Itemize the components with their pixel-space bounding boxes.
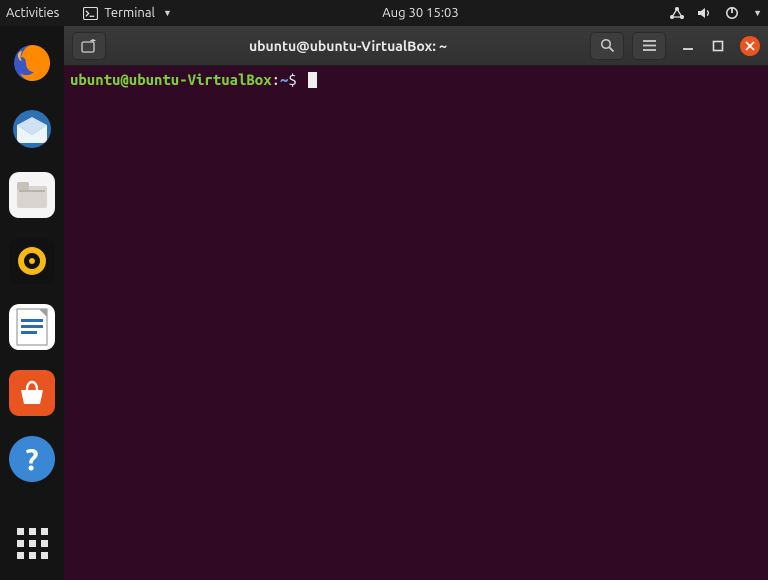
dock-item-ubuntu-software[interactable]	[9, 370, 55, 416]
hamburger-icon	[642, 39, 657, 52]
search-button[interactable]	[590, 32, 624, 60]
chevron-down-icon: ▼	[753, 8, 762, 18]
dock-item-help[interactable]: ?	[9, 436, 55, 482]
dock-item-files[interactable]	[9, 172, 55, 218]
rhythmbox-icon	[14, 243, 50, 279]
window-title: ubuntu@ubuntu-VirtualBox: ~	[114, 38, 582, 54]
network-icon	[669, 6, 685, 20]
minimize-icon	[682, 40, 694, 52]
dock-item-thunderbird[interactable]	[9, 106, 55, 152]
terminal-viewport[interactable]: ubuntu@ubuntu-VirtualBox:~$	[64, 66, 768, 580]
ubuntu-software-icon	[15, 376, 49, 410]
thunderbird-icon	[10, 107, 54, 151]
search-icon	[600, 38, 615, 53]
app-menu-label: Terminal	[104, 6, 155, 20]
cursor	[308, 72, 317, 88]
prompt-user-host: ubuntu@ubuntu-VirtualBox	[70, 71, 272, 88]
grid-icon	[17, 528, 48, 559]
window-titlebar[interactable]: ubuntu@ubuntu-VirtualBox: ~	[64, 26, 768, 66]
gnome-top-panel: Activities Terminal ▼ Aug 30 15:03 ▼	[0, 0, 768, 26]
dock-item-firefox[interactable]	[9, 40, 55, 86]
new-tab-icon	[81, 39, 97, 53]
desktop: ? ubuntu@ubuntu-VirtualBox: ~	[0, 26, 768, 580]
app-menu[interactable]: Terminal ▼	[83, 6, 172, 20]
dock-item-rhythmbox[interactable]	[9, 238, 55, 284]
hamburger-menu-button[interactable]	[632, 32, 666, 60]
volume-icon	[697, 6, 713, 20]
close-icon	[745, 41, 755, 51]
activities-button[interactable]: Activities	[6, 6, 59, 20]
prompt-separator: :	[272, 71, 280, 88]
firefox-icon	[10, 41, 54, 85]
maximize-icon	[712, 40, 724, 52]
power-icon	[725, 6, 739, 20]
prompt-symbol: $	[288, 71, 296, 88]
window-minimize-button[interactable]	[680, 38, 696, 54]
window-maximize-button[interactable]	[710, 38, 726, 54]
show-applications-button[interactable]	[9, 520, 55, 566]
dock-item-libreoffice-writer[interactable]	[9, 304, 55, 350]
system-status-area[interactable]: ▼	[669, 6, 762, 20]
files-icon	[15, 180, 49, 210]
clock[interactable]: Aug 30 15:03	[382, 6, 459, 20]
terminal-window: ubuntu@ubuntu-VirtualBox: ~ ubuntu@ubunt…	[64, 26, 768, 580]
libreoffice-writer-icon	[15, 307, 49, 347]
dock: ?	[0, 26, 64, 580]
help-icon: ?	[25, 442, 38, 476]
new-tab-button[interactable]	[72, 32, 106, 60]
chevron-down-icon: ▼	[163, 8, 172, 18]
window-close-button[interactable]	[740, 36, 760, 56]
terminal-icon	[83, 7, 98, 20]
